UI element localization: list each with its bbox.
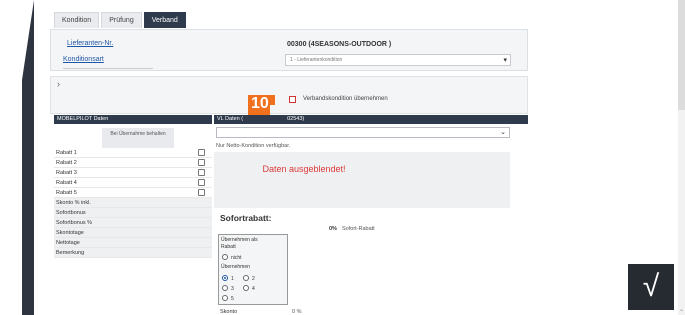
scroll-down-icon[interactable]: ⌄: [679, 306, 684, 313]
row-label: Rabatt 3: [56, 170, 77, 176]
net-only-note: Nur Netto-Kondition verfügbar.: [216, 143, 291, 149]
radio-3-label: 3: [231, 286, 234, 292]
radio-nicht-label: nicht: [231, 255, 242, 261]
list-item: Rabatt 1: [54, 148, 212, 158]
keep-column-header: Bei Übernahme behalten: [102, 128, 174, 148]
apply-as-heading: Übernehmen als Rabatt: [221, 237, 258, 250]
hidden-data-message: Daten ausgeblendet!: [262, 164, 346, 174]
list-item: Sofortbonus: [54, 208, 212, 218]
list-item: Skonto % inkl.: [54, 198, 212, 208]
radio-4[interactable]: [243, 285, 249, 291]
radio-5[interactable]: [222, 295, 228, 301]
page-scrollbar-track[interactable]: [678, 110, 685, 315]
list-item: Sofortbonus %: [54, 218, 212, 228]
radio-4-label: 4: [252, 286, 255, 292]
radio-1[interactable]: [222, 275, 228, 281]
radio-3[interactable]: [222, 285, 228, 291]
strip-notch: [22, 0, 34, 80]
row-label: Rabatt 1: [56, 150, 77, 156]
radio-2-label: 2: [252, 276, 255, 282]
radio-1-label: 1: [231, 276, 234, 282]
list-item: Skontotage: [54, 228, 212, 238]
keep-checkbox[interactable]: [198, 169, 205, 176]
vl-condition-select[interactable]: ⌄: [216, 127, 510, 138]
radio-nicht[interactable]: [222, 254, 228, 260]
row-label: Rabatt 5: [56, 190, 77, 196]
uebernehmen-label: Übernehmen: [221, 264, 250, 270]
keep-checkbox[interactable]: [198, 159, 205, 166]
list-item: Nettotage: [54, 238, 212, 248]
list-item: Rabatt 3: [54, 168, 212, 178]
vl-section-title: VL Daten ( 02543): [214, 115, 528, 124]
hidden-data-area: Daten ausgeblendet!: [214, 152, 510, 208]
keep-checkbox[interactable]: [198, 149, 205, 156]
page-scrollbar-thumb[interactable]: [678, 0, 685, 110]
vl-title-prefix: VL Daten (: [217, 116, 244, 122]
radio-5-label: 5: [231, 296, 234, 302]
confirm-button[interactable]: √: [628, 264, 674, 310]
mobelpilot-panel: Bei Übernahme behalten Rabatt 1 Rabatt 2…: [54, 124, 212, 315]
sofortrabatt-label: Sofort-Rabatt: [342, 226, 375, 232]
left-nav-strip: [22, 0, 34, 315]
vl-title-suffix: 02543): [287, 116, 305, 122]
radio-2[interactable]: [243, 275, 249, 281]
list-item: Rabatt 5: [54, 188, 212, 198]
row-label: Rabatt 2: [56, 160, 77, 166]
data-sections: MOBELPILOT Daten VL Daten ( 02543) Bei Üb…: [50, 0, 528, 315]
sofortrabatt-percent: 0%: [329, 226, 337, 232]
mobelpilot-section-title: MOBELPILOT Daten: [54, 115, 212, 124]
skonto-percent: 0 %: [292, 309, 302, 315]
sofortrabatt-title: Sofortrabatt:: [220, 213, 272, 223]
apply-as-discount-box: Übernehmen als Rabatt nicht Übernehmen 1…: [218, 234, 288, 305]
keep-checkbox[interactable]: [198, 189, 205, 196]
list-item: Bemerkung: [54, 248, 212, 258]
chevron-down-icon: ⌄: [500, 129, 506, 136]
skonto-label: Skonto: [220, 309, 238, 315]
keep-checkbox[interactable]: [198, 179, 205, 186]
list-item: Rabatt 2: [54, 158, 212, 168]
list-item: Rabatt 4: [54, 178, 212, 188]
vl-panel: ⌄ Nur Netto-Kondition verfügbar. Daten a…: [214, 124, 528, 315]
row-label: Rabatt 4: [56, 180, 77, 186]
